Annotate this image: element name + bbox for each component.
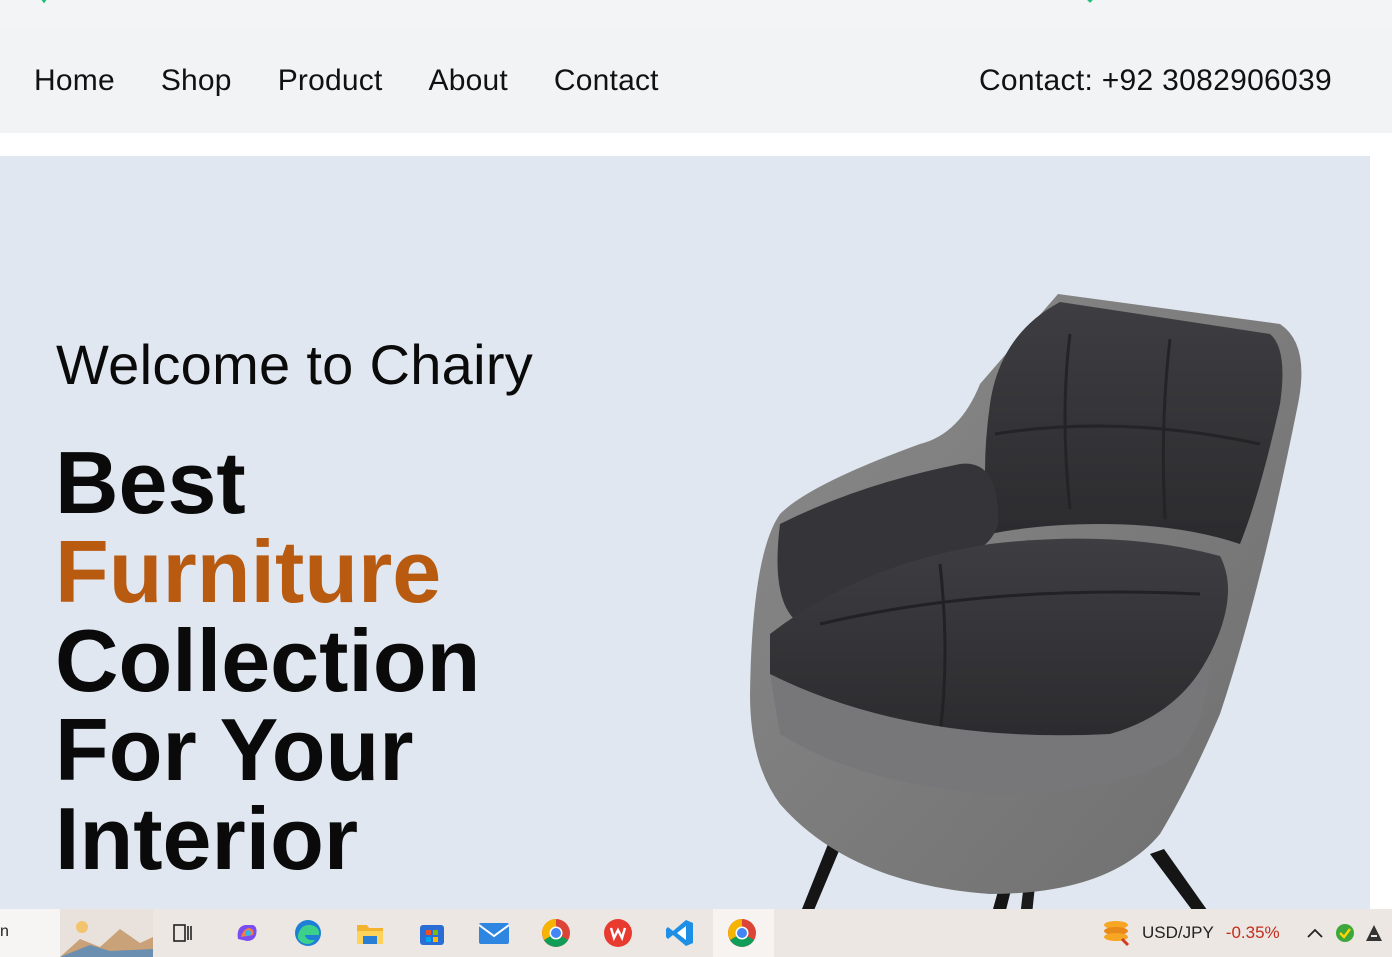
copilot-icon[interactable] xyxy=(231,917,263,949)
logo-fragment-icon xyxy=(41,0,47,4)
headline-accent-word: Furniture xyxy=(55,522,442,621)
headline-line-1: Best xyxy=(55,433,246,532)
top-header-strip xyxy=(0,0,1392,29)
nav-shop-link[interactable]: Shop xyxy=(161,64,232,98)
edge-icon[interactable] xyxy=(292,917,324,949)
taskbar-search[interactable]: n xyxy=(0,909,60,957)
contact-phone: Contact: +92 3082906039 xyxy=(978,64,1332,97)
chrome-active-icon[interactable] xyxy=(726,917,758,949)
mail-icon[interactable] xyxy=(478,917,510,949)
nav-contact-link[interactable]: Contact xyxy=(554,64,659,98)
headline-line-4: For Your xyxy=(55,700,414,799)
chevron-up-icon[interactable] xyxy=(1303,921,1327,945)
nav-about-link[interactable]: About xyxy=(429,64,508,98)
currency-ticker[interactable]: USD/JPY -0.35% xyxy=(1102,909,1280,957)
taskbar: n USD/JPY -0.35% xyxy=(0,909,1392,957)
nav-home-link[interactable]: Home xyxy=(34,64,115,98)
hero-section: Welcome to Chairy Best Furniture Collect… xyxy=(0,156,1370,916)
network-icon[interactable] xyxy=(1362,921,1386,945)
coin-stack-icon xyxy=(1104,921,1130,947)
nav-links: Home Shop Product About Contact xyxy=(34,29,705,133)
headline-line-5: Interior xyxy=(55,789,359,888)
ticker-change: -0.35% xyxy=(1225,923,1280,942)
security-status-icon[interactable] xyxy=(1333,921,1357,945)
vscode-icon[interactable] xyxy=(664,917,696,949)
headline-line-3: Collection xyxy=(55,611,481,710)
chair-image xyxy=(750,294,1302,916)
task-view-icon[interactable] xyxy=(167,917,199,949)
wps-office-icon[interactable] xyxy=(602,917,634,949)
store-icon[interactable] xyxy=(416,917,448,949)
chrome-icon[interactable] xyxy=(540,917,572,949)
hero-headline: Best Furniture Collection For Your Inter… xyxy=(55,438,480,883)
search-text-fragment: n xyxy=(0,923,9,940)
nav-product-link[interactable]: Product xyxy=(278,64,383,98)
ticker-pair: USD/JPY xyxy=(1142,923,1214,942)
cart-fragment-icon xyxy=(1087,0,1093,3)
hero-welcome-text: Welcome to Chairy xyxy=(56,333,534,396)
file-explorer-icon[interactable] xyxy=(354,917,386,949)
main-navbar: Home Shop Product About Contact Contact:… xyxy=(0,29,1392,133)
widgets-icon[interactable] xyxy=(60,909,153,957)
